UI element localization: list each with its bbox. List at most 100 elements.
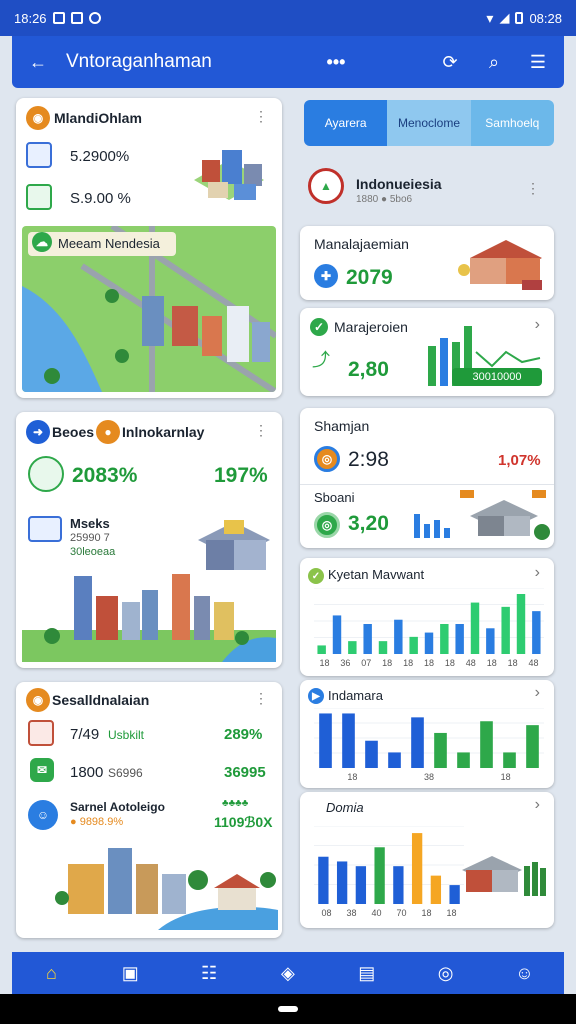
house-icon [28, 456, 64, 492]
sesal-r3-sub: ● 9898.9% [70, 816, 124, 828]
warehouse-illustration [458, 240, 542, 290]
shamjan-card[interactable]: Shamjan ◎ 2:98 1,07% Sboani ◎ 3,20 [300, 408, 554, 548]
sesal-r3-right: 1109ℬ0X [214, 814, 273, 830]
leaf-icon: ✓ [308, 568, 324, 584]
profile-icon[interactable]: ☺ [509, 958, 539, 988]
chart-bar [363, 624, 372, 654]
page-title: Vntoraganhaman [66, 51, 212, 72]
tab-ayarera[interactable]: Ayarera [304, 100, 388, 146]
kebab-menu-icon[interactable]: ⋮ [254, 690, 268, 707]
bottom-nav: ⌂ ▣ ☷ ◈ ▤ ◎ ☺ [12, 952, 564, 994]
sesal-r2-right: 36995 [224, 764, 266, 781]
tab-samhoelq[interactable]: Samhoelq [470, 100, 554, 146]
shamjan-sub-title: Sboani [314, 490, 355, 505]
chart-bar [378, 641, 388, 654]
explore-icon[interactable]: ◈ [273, 958, 303, 988]
chart-bar [501, 606, 510, 654]
chart-tick-label: 70 [396, 908, 406, 918]
sesal-r2-left: 1800 [70, 764, 104, 781]
indo-header[interactable]: ▲ Indonueiesia 1880 ● 5bo6 ⋮ [300, 156, 554, 220]
app-bar: ← Vntoraganhaman ••• ⟳ ⌕ ☰ [12, 36, 564, 88]
chart-bar [388, 752, 401, 768]
sesal-r1-left: 7/49 [70, 726, 100, 743]
manal-title: Manalajaemian [314, 236, 409, 252]
search-icon[interactable]: ⌕ [482, 50, 506, 74]
beoes-card[interactable]: ➜ Beoes ● Inlnokarnlay ⋮ 2083% 197% Msek… [16, 412, 282, 668]
kyetan-title: Kyetan Mavwant [328, 567, 425, 582]
city-block-illustration [194, 150, 264, 200]
chart-tick-label: 18 [445, 658, 455, 668]
chart-tick-label: 38 [346, 908, 356, 918]
more-button[interactable]: ••• [324, 50, 348, 74]
chart-tick-label: 18 [446, 908, 456, 918]
chart-tick-label: 36 [340, 658, 350, 668]
menu-icon[interactable]: ☰ [526, 50, 550, 74]
chart-bar [365, 740, 378, 768]
battery-icon [515, 12, 524, 24]
city-map-illustration: ☁ Meeam Nendesia [22, 226, 276, 392]
signal-icon: ◢ [499, 10, 510, 25]
chevron-right-icon[interactable]: › [535, 796, 540, 814]
region-card[interactable]: ◉ MlandiOhlam ⋮ 5.2900% S.9.00 % ☁ Meeam… [16, 98, 282, 398]
indo-title: Indonueiesia [356, 176, 442, 192]
gesture-bar [0, 994, 576, 1024]
coin-icon: ◎ [314, 446, 340, 472]
emblem-icon: ▲ [308, 168, 344, 204]
beoes-pct-b: 197% [214, 464, 268, 487]
home-indicator [278, 1006, 298, 1012]
chart-bar [503, 752, 516, 768]
check-icon: ✓ [310, 318, 328, 336]
chat-icon: ✉ [30, 758, 54, 782]
chart-bar [424, 632, 434, 654]
chart-tick-label: 08 [321, 908, 331, 918]
tab-menoclome[interactable]: Menoclome [387, 100, 471, 146]
chart-tick-label: 18 [403, 658, 413, 668]
chart-bar [374, 847, 385, 904]
shamjan-title: Shamjan [314, 418, 370, 434]
location-icon[interactable]: ◎ [431, 958, 461, 988]
status-time-right: 08:28 [529, 10, 562, 26]
indamara-bar-chart: 18 38 18 [314, 708, 544, 782]
kyetan-bar-chart: 18 36 07 18 18 18 18 48 18 18 48 [314, 588, 544, 668]
chart-bar [434, 732, 447, 768]
map-label: Meeam Nendesia [58, 236, 160, 251]
chart-icon[interactable]: ▣ [115, 958, 145, 988]
marajer-badge: 30010000 [452, 368, 542, 386]
home-icon[interactable]: ⌂ [36, 958, 66, 988]
chart-tick-label: 18 [421, 908, 431, 918]
house-icon [26, 184, 52, 210]
sesal-r1-mid: Usbkilt [108, 728, 145, 742]
manal-card[interactable]: Manalajaemian ✚ 2079 [300, 226, 554, 300]
chart-bar [394, 619, 403, 654]
badge-icon: ● [96, 420, 120, 444]
marajer-card[interactable]: ✓ Marajeroien › ⤴ 2,80 30010000 [300, 308, 554, 396]
shamjan-value: 2:98 [348, 448, 389, 471]
industrial-illustration [462, 856, 546, 896]
kyetan-chart-card[interactable]: ✓ Kyetan Mavwant › 18 36 07 18 18 18 18 48 18 18 4… [300, 558, 554, 676]
list-icon[interactable]: ☷ [194, 958, 224, 988]
indamara-title: Indamara [328, 688, 383, 703]
chevron-right-icon[interactable]: › [535, 684, 540, 702]
kebab-menu-icon[interactable]: ⋮ [254, 422, 268, 439]
indamara-chart-card[interactable]: ▶ Indamara › 18 38 18 [300, 680, 554, 788]
beoes-pct-a: 2083% [72, 464, 138, 487]
chart-tick-label: 48 [529, 658, 539, 668]
chart-bar [470, 602, 480, 654]
chart-tick-label: 40 [371, 908, 381, 918]
town-illustration [55, 848, 278, 930]
kebab-menu-icon[interactable]: ⋮ [526, 180, 540, 197]
beoes-sub-line2: 30leoeaa [70, 546, 116, 558]
sesal-card[interactable]: ◉ Sesalldnalaian ⋮ 7/49 Usbkilt 289% ✉ 1… [16, 682, 282, 938]
refresh-search-icon[interactable]: ⟳ [438, 50, 462, 74]
sesal-r3-top: ♣♣♣♣ [222, 798, 249, 809]
bus-icon[interactable]: ▤ [352, 958, 382, 988]
chart-bar [342, 713, 355, 768]
domia-chart-card[interactable]: Domia › 08 38 40 70 18 18 [300, 792, 554, 928]
wifi-icon: ▾ [486, 9, 494, 26]
chevron-right-icon[interactable]: › [535, 564, 540, 582]
sesal-title: Sesalldnalaian [52, 692, 150, 708]
region-title: MlandiOhlam [54, 110, 142, 126]
beoes-title-b: Inlnokarnlay [122, 424, 205, 440]
back-arrow-icon[interactable]: ← [26, 50, 50, 74]
kebab-menu-icon[interactable]: ⋮ [254, 108, 268, 125]
